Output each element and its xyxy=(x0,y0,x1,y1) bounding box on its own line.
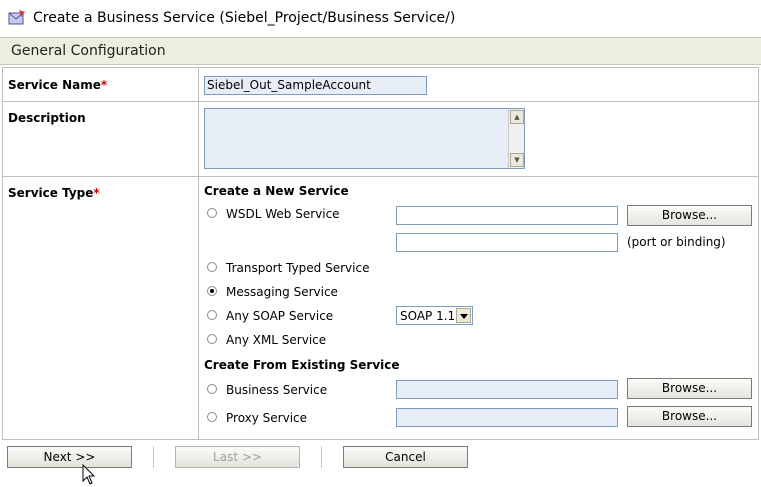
business-service-input[interactable] xyxy=(396,380,618,399)
proxy-service-input[interactable] xyxy=(396,408,618,427)
scroll-up-icon[interactable]: ▲ xyxy=(510,110,524,124)
wsdl-browse-button[interactable]: Browse... xyxy=(627,205,752,226)
port-binding-input[interactable] xyxy=(396,233,618,252)
soap-radio[interactable] xyxy=(207,310,217,320)
proxy-service-browse-button[interactable]: Browse... xyxy=(627,406,752,427)
business-service-icon xyxy=(8,10,25,25)
wsdl-label: WSDL Web Service xyxy=(226,207,340,221)
proxy-service-radio[interactable] xyxy=(207,412,217,422)
description-scrollbar[interactable]: ▲ ▼ xyxy=(508,109,524,168)
transport-radio[interactable] xyxy=(207,262,217,272)
port-binding-hint: (port or binding) xyxy=(627,235,726,249)
description-label: Description xyxy=(8,111,86,125)
business-service-browse-button[interactable]: Browse... xyxy=(627,378,752,399)
scroll-down-icon[interactable]: ▼ xyxy=(510,153,524,167)
cancel-button[interactable]: Cancel xyxy=(343,446,468,468)
soap-label: Any SOAP Service xyxy=(226,309,334,323)
messaging-radio[interactable] xyxy=(207,286,217,296)
business-service-label: Business Service xyxy=(226,383,328,397)
xml-radio[interactable] xyxy=(207,334,217,344)
create-existing-heading: Create From Existing Service xyxy=(204,358,400,372)
messaging-label: Messaging Service xyxy=(226,285,338,299)
next-button[interactable]: Next >> xyxy=(7,446,132,468)
wsdl-input[interactable] xyxy=(396,206,618,225)
mouse-cursor-icon xyxy=(82,464,96,485)
section-title: General Configuration xyxy=(11,43,166,59)
business-service-radio[interactable] xyxy=(207,384,217,394)
chevron-down-icon[interactable] xyxy=(456,308,471,323)
button-separator xyxy=(153,446,154,468)
form-column-divider xyxy=(198,67,199,440)
row-divider xyxy=(2,101,759,102)
wsdl-radio[interactable] xyxy=(207,208,217,218)
service-name-input[interactable]: Siebel_Out_SampleAccount xyxy=(204,76,427,95)
last-button[interactable]: Last >> xyxy=(175,446,300,468)
service-name-label: Service Name* xyxy=(8,78,108,92)
row-divider xyxy=(2,176,759,177)
button-separator xyxy=(321,446,322,468)
description-textarea[interactable]: ▲ ▼ xyxy=(204,108,525,169)
soap-version-value: SOAP 1.1 xyxy=(400,309,456,323)
service-type-label: Service Type* xyxy=(8,186,100,200)
create-new-service-heading: Create a New Service xyxy=(204,184,349,198)
soap-version-select[interactable]: SOAP 1.1 xyxy=(396,306,473,325)
transport-label: Transport Typed Service xyxy=(226,261,370,275)
xml-label: Any XML Service xyxy=(226,333,327,347)
required-marker: * xyxy=(93,186,100,200)
required-marker: * xyxy=(100,78,108,92)
proxy-service-label: Proxy Service xyxy=(226,411,308,425)
page-title: Create a Business Service (Siebel_Projec… xyxy=(33,10,456,26)
